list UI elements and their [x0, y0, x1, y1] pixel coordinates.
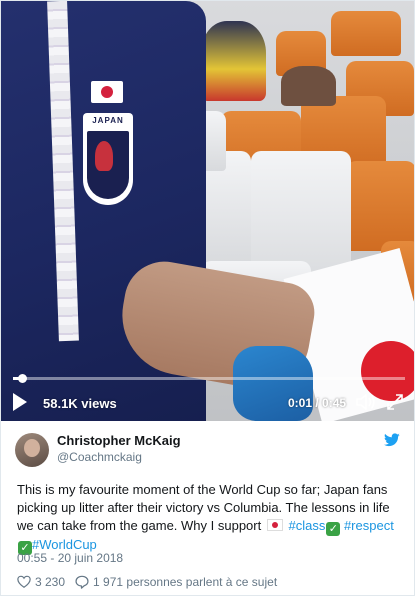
twitter-bird-icon[interactable]	[384, 433, 400, 447]
avatar[interactable]	[15, 433, 49, 467]
like-count[interactable]: 3 230	[35, 575, 65, 589]
hashtag-worldcup-link[interactable]: #WorldCup	[32, 537, 97, 552]
japan-flag-patch	[91, 81, 123, 103]
author-handle[interactable]: @Coachmckaig	[57, 450, 142, 464]
tweet-text: This is my favourite moment of the World…	[17, 481, 403, 555]
crest-bird-icon	[95, 141, 113, 171]
japan-flag-emoji-icon	[266, 519, 283, 531]
comment-bubble-icon[interactable]	[75, 575, 89, 589]
video-time: 0:01 / 0:45	[288, 396, 347, 410]
video-progress-bar[interactable]	[13, 374, 405, 383]
crest-label: JAPAN	[92, 116, 124, 125]
stadium-seat	[346, 161, 414, 251]
jfa-crest: JAPAN	[83, 113, 133, 205]
video-controls: 58.1K views 0:01 / 0:45	[1, 389, 414, 419]
embedded-tweet-card: JAPAN 58.1K views 0:01 / 0:45 Christophe…	[0, 0, 415, 596]
expand-icon[interactable]	[386, 393, 404, 411]
tweet-date[interactable]: 00:55 - 20 juin 2018	[17, 551, 123, 565]
video-progress-handle[interactable]	[17, 374, 27, 383]
stadium-seat	[331, 11, 401, 56]
author-name[interactable]: Christopher McKaig	[57, 433, 181, 448]
conversation-count[interactable]: 1 971 personnes parlent à ce sujet	[93, 575, 277, 589]
hashtag-class-link[interactable]: #class	[288, 518, 325, 533]
video-player[interactable]: JAPAN 58.1K views 0:01 / 0:45	[1, 1, 414, 421]
tweet-body: Christopher McKaig @Coachmckaig This is …	[1, 421, 414, 595]
view-count: 58.1K views	[43, 396, 117, 411]
tweet-actions: 3 230 1 971 personnes parlent à ce sujet	[17, 573, 277, 591]
check-mark-icon: ✓	[326, 522, 341, 536]
volume-icon[interactable]	[356, 393, 376, 411]
hashtag-respect-link[interactable]: #respect	[344, 518, 394, 533]
play-icon[interactable]	[13, 393, 27, 411]
heart-icon[interactable]	[17, 575, 31, 589]
background-fan	[201, 21, 266, 101]
background-fan	[281, 66, 336, 106]
